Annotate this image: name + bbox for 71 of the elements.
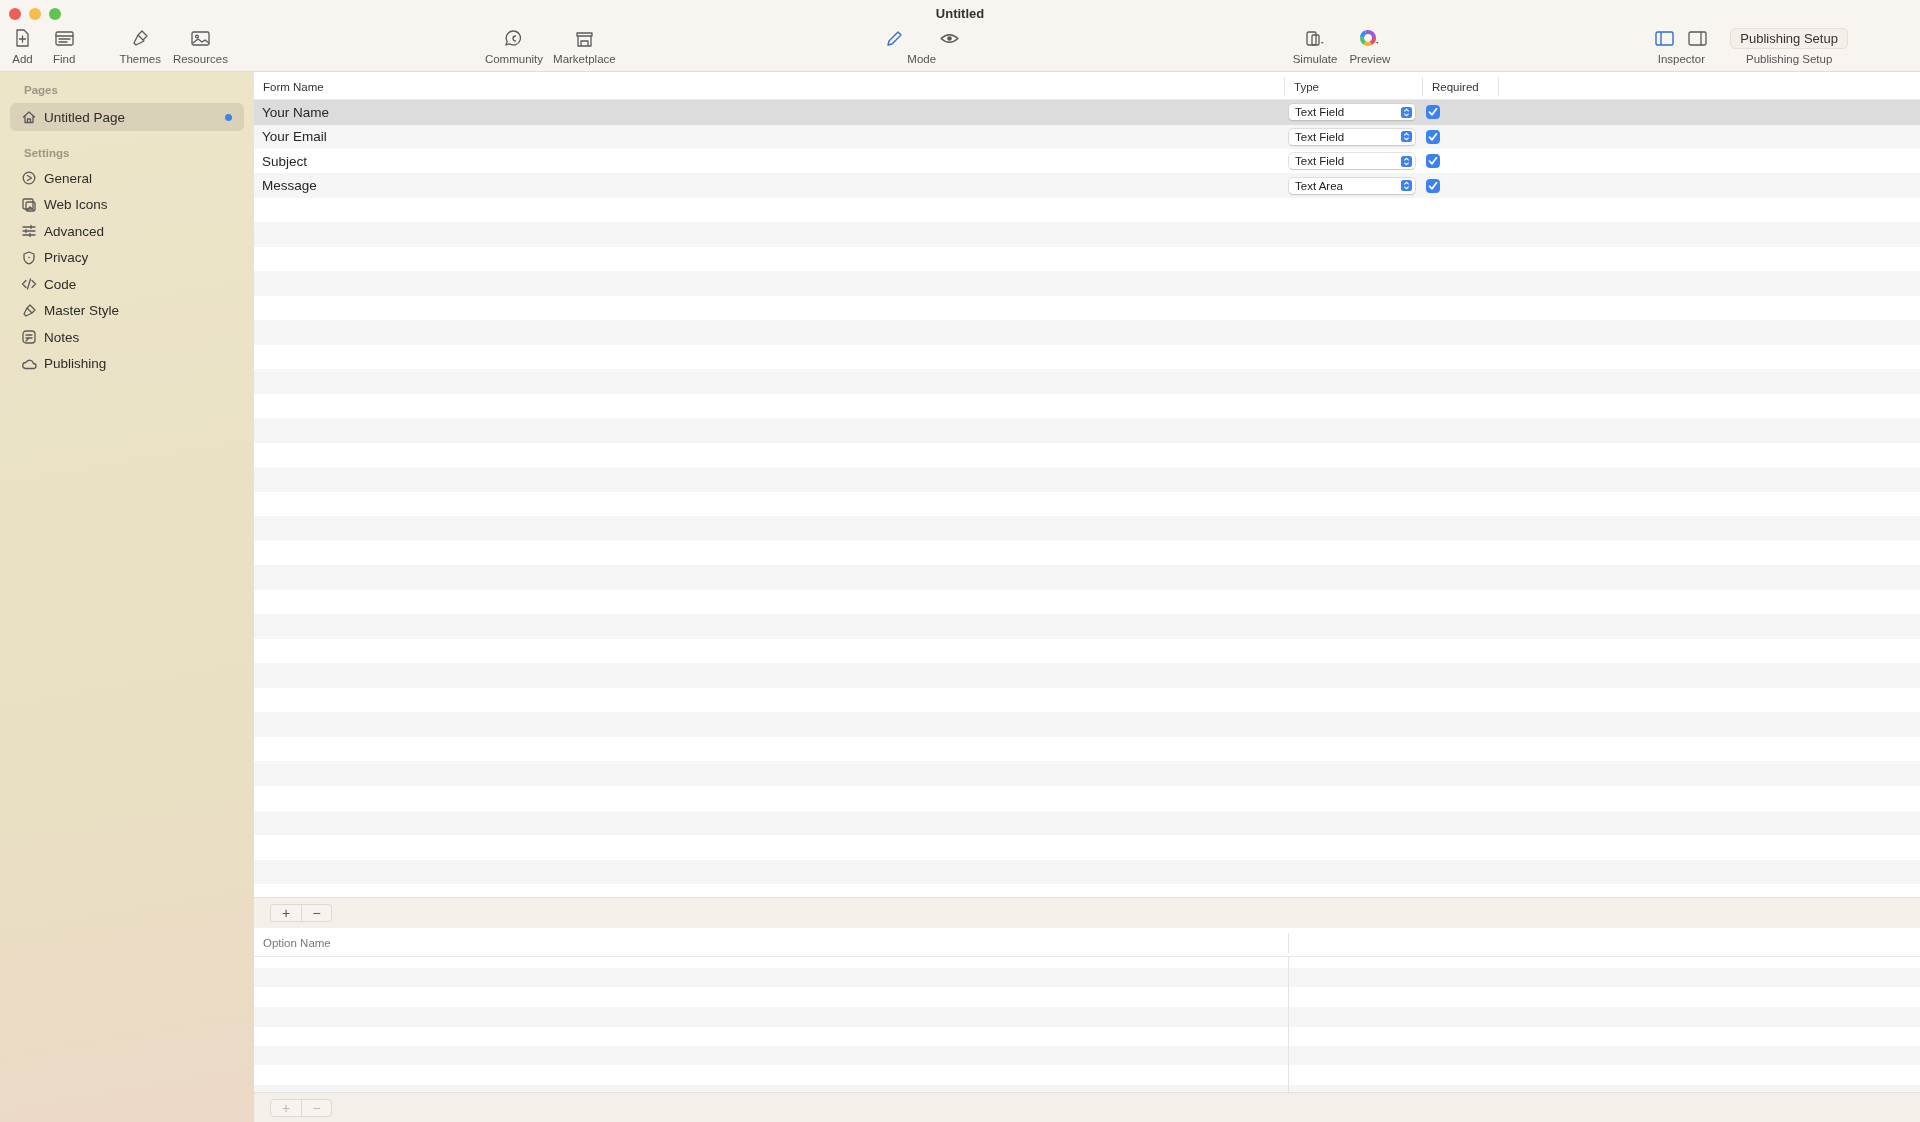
remove-button[interactable]: − xyxy=(301,905,331,921)
table-row[interactable]: Your Email Text Field xyxy=(254,124,1920,149)
required-checkbox[interactable] xyxy=(1426,178,1440,193)
column-header[interactable]: Required xyxy=(1423,77,1499,96)
toolbar-button[interactable]: Marketplace xyxy=(553,28,616,66)
sidebar-item[interactable]: General xyxy=(10,165,244,192)
checkmark-icon xyxy=(1428,131,1438,142)
stepper-icon xyxy=(1401,131,1412,143)
type-dropdown[interactable]: Text Field xyxy=(1289,128,1415,145)
column-header[interactable]: Form Name xyxy=(254,77,1285,96)
publishing-setup-button[interactable]: Publishing Setup xyxy=(1730,28,1848,49)
section-heading: Pages xyxy=(23,83,59,98)
checkmark-icon xyxy=(1428,180,1438,191)
required-checkbox[interactable] xyxy=(1426,154,1440,169)
type-dropdown[interactable]: Text Field xyxy=(1289,153,1415,170)
left-sidebar-icon xyxy=(1654,28,1676,49)
circle-play-icon xyxy=(21,170,37,187)
image-icon xyxy=(189,28,211,49)
column-header[interactable]: Type xyxy=(1285,77,1423,96)
toolbar-button[interactable]: Preview xyxy=(1349,28,1391,66)
toolbar-label: Publishing Setup xyxy=(1745,52,1833,66)
zoom-button[interactable] xyxy=(49,8,61,20)
house-icon xyxy=(21,109,37,125)
toolbar-button[interactable] xyxy=(1687,28,1709,49)
toolbar-button[interactable] xyxy=(1654,28,1676,49)
toolbar-button[interactable]: Community xyxy=(484,28,544,66)
close-button[interactable] xyxy=(9,8,21,20)
table-cell-text: Your Email xyxy=(261,129,328,145)
toolbar-label: Inspector xyxy=(1657,52,1705,66)
type-dropdown[interactable]: Text Area xyxy=(1289,177,1415,194)
toolbar-button[interactable]: Simulate xyxy=(1292,28,1338,66)
toolbar-button[interactable]: Find xyxy=(53,28,76,66)
stepper-icon xyxy=(1401,155,1412,167)
type-dropdown[interactable]: Text Field xyxy=(1289,104,1415,121)
sidebar-item[interactable]: Web Icons xyxy=(10,191,244,218)
toolbar-label: Mode xyxy=(907,52,937,66)
sidebar-item[interactable]: Advanced xyxy=(10,218,244,245)
right-sidebar-icon xyxy=(1687,28,1709,49)
note-icon xyxy=(21,329,37,346)
add-button[interactable]: + xyxy=(271,905,301,921)
brush-icon xyxy=(21,302,37,319)
shield-icon xyxy=(21,249,37,266)
toolbar-button[interactable]: Themes xyxy=(119,28,161,66)
stepper-icon xyxy=(1401,106,1412,118)
sliders-icon xyxy=(21,223,37,240)
sidebar-item[interactable]: Privacy xyxy=(10,244,244,271)
column-header[interactable]: Option Name xyxy=(254,933,1289,953)
toolbar-button[interactable]: Resources xyxy=(172,28,228,66)
checkmark-icon xyxy=(1428,107,1438,118)
checkmark-icon xyxy=(1428,156,1438,167)
window-title: Untitled xyxy=(934,6,986,21)
table-row[interactable]: Message Text Area xyxy=(254,173,1920,198)
sidebar-item[interactable]: Untitled Page xyxy=(10,103,244,131)
table-cell-text: Subject xyxy=(261,153,309,169)
code-icon xyxy=(21,276,37,293)
section-heading: Settings xyxy=(23,146,71,161)
sidebar-item[interactable]: Notes xyxy=(10,324,244,351)
table-cell-text: Your Name xyxy=(261,104,331,120)
required-checkbox[interactable] xyxy=(1426,105,1440,120)
table-row[interactable]: Your Name Text Field xyxy=(254,100,1920,125)
stepper-icon xyxy=(1401,180,1412,192)
sidebar-item[interactable]: Publishing xyxy=(10,350,244,377)
color-wheel-icon xyxy=(1358,28,1381,49)
required-checkbox[interactable] xyxy=(1426,129,1440,144)
table-row[interactable]: Subject Text Field xyxy=(254,149,1920,174)
images-icon xyxy=(21,196,37,213)
sidebar-item[interactable]: Code xyxy=(10,271,244,298)
window-icon xyxy=(53,28,75,49)
toolbar-button[interactable]: Add xyxy=(12,28,33,66)
table-cell-text: Message xyxy=(261,178,318,194)
sidebar-item[interactable]: Master Style xyxy=(10,297,244,324)
